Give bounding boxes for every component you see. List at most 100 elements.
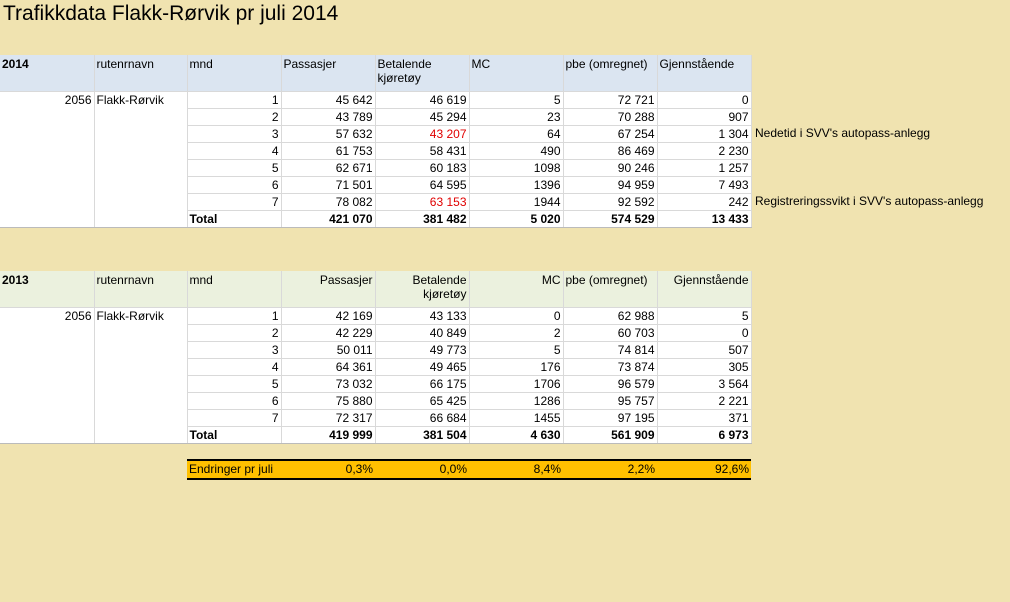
betalende-cell[interactable]: 40 849: [375, 324, 470, 342]
empty-cell[interactable]: [0, 409, 95, 427]
gjen-cell[interactable]: 5: [657, 307, 752, 325]
pbe-cell[interactable]: 94 959: [563, 176, 658, 194]
header-passasjer[interactable]: Passasjer: [281, 271, 376, 308]
mc-cell[interactable]: 1706: [469, 375, 564, 393]
month-cell[interactable]: 3: [187, 125, 282, 143]
pbe-cell[interactable]: 74 814: [563, 341, 658, 359]
pbe-cell[interactable]: 70 288: [563, 108, 658, 126]
empty-cell[interactable]: [0, 358, 95, 376]
mc-cell[interactable]: 23: [469, 108, 564, 126]
passasjer-cell[interactable]: 45 642: [281, 91, 376, 109]
pbe-cell[interactable]: 90 246: [563, 159, 658, 177]
empty-cell[interactable]: [94, 392, 188, 410]
month-cell[interactable]: 2: [187, 324, 282, 342]
header-mnd[interactable]: mnd: [187, 55, 282, 92]
empty-cell[interactable]: [94, 358, 188, 376]
total-passasjer[interactable]: 419 999: [281, 426, 376, 444]
gjen-cell[interactable]: 371: [657, 409, 752, 427]
gjen-cell[interactable]: 1 304: [657, 125, 752, 143]
header-mc[interactable]: MC: [469, 55, 564, 92]
empty-cell[interactable]: [94, 125, 188, 143]
mc-cell[interactable]: 2: [469, 324, 564, 342]
gjen-cell[interactable]: 1 257: [657, 159, 752, 177]
header-gjenstaende[interactable]: Gjennstående: [657, 55, 752, 92]
betalende-cell[interactable]: 66 684: [375, 409, 470, 427]
change-pbe[interactable]: 2,2%: [563, 460, 657, 479]
passasjer-cell[interactable]: 78 082: [281, 193, 376, 211]
change-mc[interactable]: 8,4%: [469, 460, 563, 479]
empty-cell[interactable]: [0, 426, 95, 444]
route-nr-cell[interactable]: 2056: [0, 91, 95, 109]
pbe-cell[interactable]: 62 988: [563, 307, 658, 325]
empty-cell[interactable]: [0, 341, 95, 359]
betalende-cell[interactable]: 46 619: [375, 91, 470, 109]
header-mnd[interactable]: mnd: [187, 271, 282, 308]
empty-cell[interactable]: [94, 409, 188, 427]
gjen-cell[interactable]: 7 493: [657, 176, 752, 194]
betalende-cell[interactable]: 65 425: [375, 392, 470, 410]
gjen-cell[interactable]: 907: [657, 108, 752, 126]
mc-cell[interactable]: 0: [469, 307, 564, 325]
header-gjenstaende[interactable]: Gjennstående: [657, 271, 752, 308]
betalende-cell[interactable]: 60 183: [375, 159, 470, 177]
mc-cell[interactable]: 5: [469, 91, 564, 109]
total-pbe[interactable]: 574 529: [563, 210, 658, 228]
betalende-cell-highlighted[interactable]: 63 153: [375, 193, 470, 211]
mc-cell[interactable]: 1396: [469, 176, 564, 194]
gjen-cell[interactable]: 2 221: [657, 392, 752, 410]
change-label[interactable]: Endringer pr juli: [187, 460, 281, 479]
header-betalende[interactable]: Betalende kjøretøy: [375, 271, 470, 308]
mc-cell[interactable]: 490: [469, 142, 564, 160]
gjen-cell[interactable]: 3 564: [657, 375, 752, 393]
header-pbe[interactable]: pbe (omregnet): [563, 55, 658, 92]
empty-cell[interactable]: [94, 159, 188, 177]
empty-cell[interactable]: [94, 193, 188, 211]
year-cell[interactable]: 2014: [0, 55, 95, 92]
mc-cell[interactable]: 1098: [469, 159, 564, 177]
empty-cell[interactable]: [94, 108, 188, 126]
month-cell[interactable]: 6: [187, 392, 282, 410]
gjen-cell[interactable]: 507: [657, 341, 752, 359]
gjen-cell[interactable]: 0: [657, 91, 752, 109]
empty-cell[interactable]: [94, 324, 188, 342]
passasjer-cell[interactable]: 73 032: [281, 375, 376, 393]
empty-cell[interactable]: [0, 375, 95, 393]
pbe-cell[interactable]: 60 703: [563, 324, 658, 342]
total-betalende[interactable]: 381 504: [375, 426, 470, 444]
empty-cell[interactable]: [0, 108, 95, 126]
passasjer-cell[interactable]: 50 011: [281, 341, 376, 359]
route-name-cell[interactable]: Flakk-Rørvik: [94, 307, 188, 325]
header-passasjer[interactable]: Passasjer: [281, 55, 376, 92]
month-cell[interactable]: 1: [187, 91, 282, 109]
empty-cell[interactable]: [94, 210, 188, 228]
empty-cell[interactable]: [0, 176, 95, 194]
empty-cell[interactable]: [94, 426, 188, 444]
mc-cell[interactable]: 5: [469, 341, 564, 359]
empty-cell[interactable]: [0, 142, 95, 160]
total-passasjer[interactable]: 421 070: [281, 210, 376, 228]
month-cell[interactable]: 4: [187, 358, 282, 376]
gjen-cell[interactable]: 305: [657, 358, 752, 376]
betalende-cell[interactable]: 66 175: [375, 375, 470, 393]
route-nr-cell[interactable]: 2056: [0, 307, 95, 325]
gjen-cell[interactable]: 242: [657, 193, 752, 211]
mc-cell[interactable]: 176: [469, 358, 564, 376]
header-mc[interactable]: MC: [469, 271, 564, 308]
total-mc[interactable]: 4 630: [469, 426, 564, 444]
year-cell[interactable]: 2013: [0, 271, 95, 308]
pbe-cell[interactable]: 96 579: [563, 375, 658, 393]
month-cell[interactable]: 6: [187, 176, 282, 194]
change-betalende[interactable]: 0,0%: [375, 460, 469, 479]
passasjer-cell[interactable]: 64 361: [281, 358, 376, 376]
pbe-cell[interactable]: 97 195: [563, 409, 658, 427]
total-gjen[interactable]: 13 433: [657, 210, 752, 228]
passasjer-cell[interactable]: 42 229: [281, 324, 376, 342]
empty-cell[interactable]: [0, 324, 95, 342]
month-cell[interactable]: 5: [187, 159, 282, 177]
passasjer-cell[interactable]: 72 317: [281, 409, 376, 427]
passasjer-cell[interactable]: 75 880: [281, 392, 376, 410]
month-cell[interactable]: 7: [187, 409, 282, 427]
empty-cell[interactable]: [0, 159, 95, 177]
betalende-cell-highlighted[interactable]: 43 207: [375, 125, 470, 143]
pbe-cell[interactable]: 92 592: [563, 193, 658, 211]
